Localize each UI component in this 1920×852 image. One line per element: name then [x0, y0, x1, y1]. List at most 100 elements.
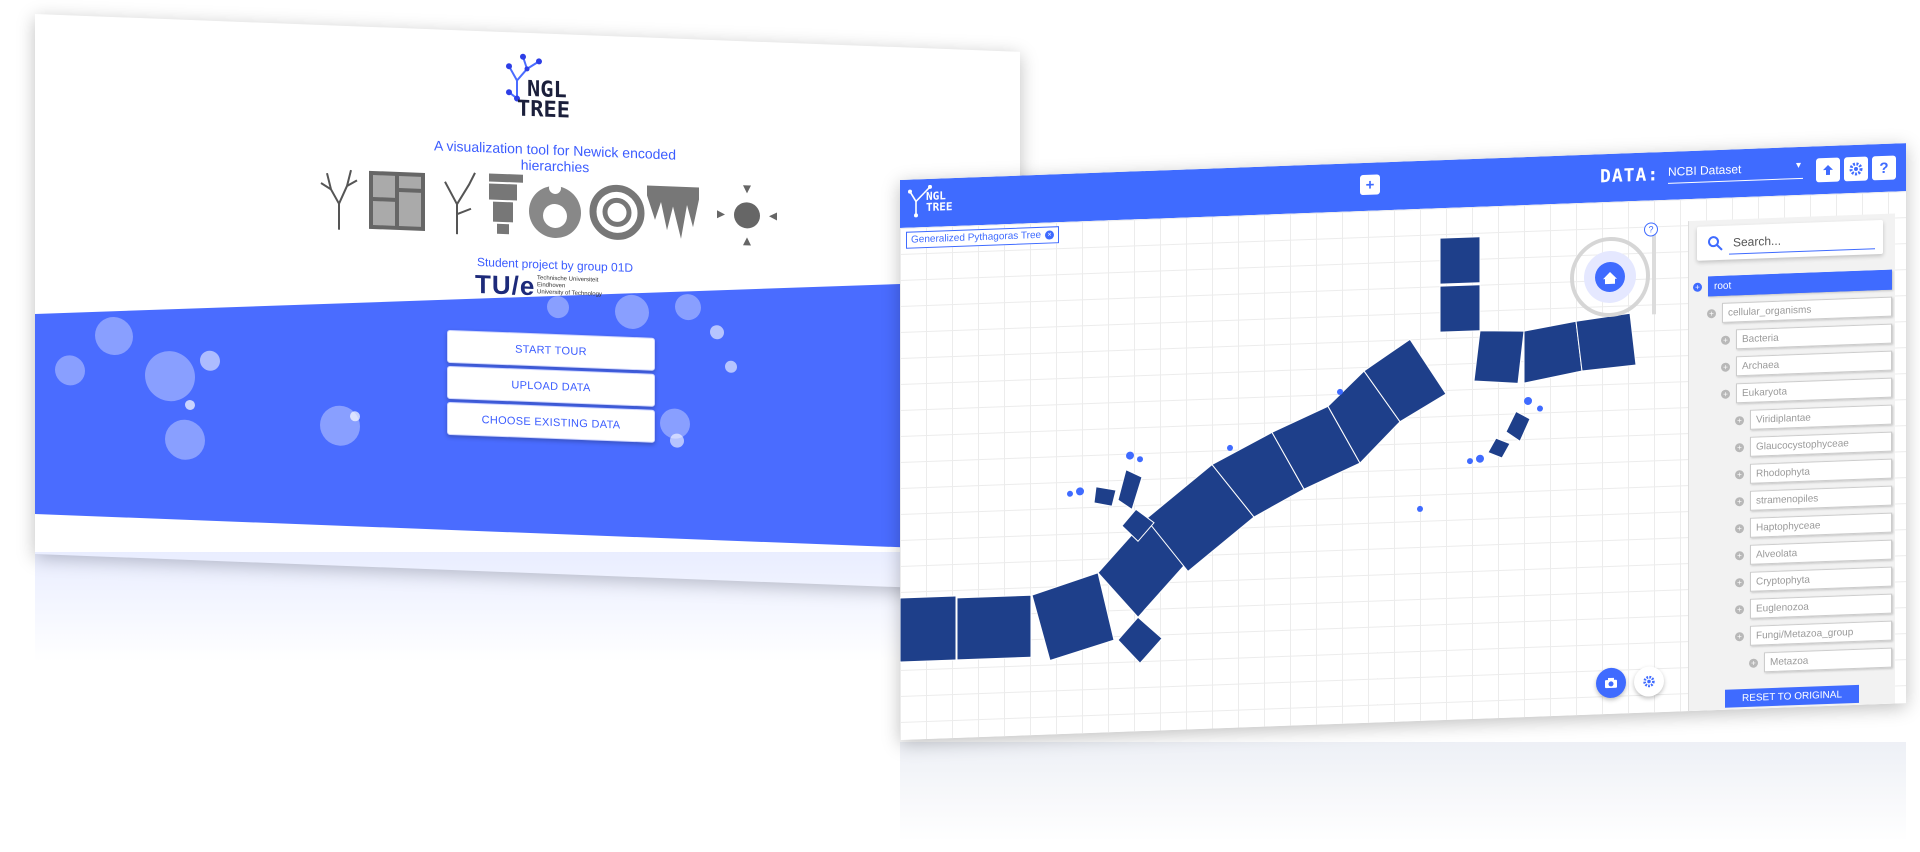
- settings-gear-icon: [1849, 162, 1863, 176]
- expand-toggle-icon[interactable]: +: [1721, 335, 1730, 345]
- tree-square: [1473, 330, 1525, 384]
- navigation-control[interactable]: [1568, 230, 1658, 323]
- gear-icon[interactable]: [1844, 156, 1868, 182]
- tree-node-label: cellular_organisms: [1722, 296, 1892, 323]
- expand-toggle-icon[interactable]: +: [1707, 308, 1716, 318]
- expand-toggle-icon[interactable]: +: [1721, 389, 1730, 399]
- university-name: Technische Universiteit Eindhoven Univer…: [537, 275, 602, 298]
- upload-arrow-icon: [1823, 164, 1833, 176]
- tree-square: [1505, 410, 1531, 443]
- thumb-icicle-down-icon: [647, 185, 699, 239]
- thumb-treemap-icon: [369, 170, 425, 231]
- hierarchy-tree-list: + root + cellular_organisms + Bacteria + Archae…: [1689, 269, 1895, 686]
- chevron-down-icon: ▾: [1795, 159, 1801, 172]
- expand-toggle-icon[interactable]: +: [1721, 362, 1730, 372]
- tree-node[interactable]: + Fungi/Metazoa_group: [1735, 620, 1892, 647]
- upload-icon[interactable]: [1816, 157, 1840, 183]
- decorative-bubble: [710, 324, 724, 340]
- tree-node-label: Rhodophyta: [1750, 458, 1892, 484]
- expand-toggle-icon[interactable]: +: [1735, 469, 1744, 479]
- thumb-radial-icon: [717, 185, 777, 246]
- landing-reflection: [35, 552, 1020, 662]
- tree-node[interactable]: + Bacteria: [1721, 323, 1892, 350]
- tree-square: [900, 595, 957, 663]
- decorative-bubble: [615, 294, 649, 330]
- thumb-sunburst-icon: [589, 184, 645, 240]
- tree-square: [1117, 469, 1143, 511]
- help-icon[interactable]: ?: [1872, 155, 1896, 181]
- tree-node[interactable]: + Viridiplantae: [1735, 404, 1892, 431]
- tree-node-label: Eukaryota: [1736, 377, 1892, 404]
- tree-node[interactable]: + root: [1693, 269, 1892, 297]
- expand-toggle-icon[interactable]: +: [1735, 604, 1744, 614]
- tree-node[interactable]: + Archaea: [1721, 350, 1892, 377]
- decorative-bubble: [675, 293, 701, 321]
- expand-toggle-icon[interactable]: +: [1735, 415, 1744, 425]
- expand-toggle-icon[interactable]: +: [1749, 658, 1758, 668]
- expand-toggle-icon[interactable]: +: [1735, 631, 1744, 641]
- reset-to-original-button[interactable]: RESET TO ORIGINAL: [1725, 684, 1859, 708]
- expand-toggle-icon[interactable]: +: [1693, 282, 1702, 292]
- tree-node[interactable]: + Eukaryota: [1721, 377, 1892, 404]
- tree-node[interactable]: + Rhodophyta: [1735, 458, 1892, 485]
- expand-toggle-icon[interactable]: +: [1735, 577, 1744, 587]
- tree-square: [1487, 437, 1511, 459]
- decorative-bubble: [725, 360, 737, 373]
- logo-text-tree: TREE: [517, 96, 570, 124]
- university-logo: TU/e: [475, 268, 536, 302]
- tree-node[interactable]: + Glaucocystophyceae: [1735, 431, 1892, 458]
- tree-node-label: Viridiplantae: [1750, 404, 1892, 430]
- tree-node[interactable]: + Metazoa: [1749, 647, 1892, 673]
- dataset-select[interactable]: NCBI Dataset ▾: [1668, 159, 1803, 184]
- tree-node-label: Bacteria: [1736, 323, 1892, 350]
- tree-node[interactable]: + stramenopiles: [1735, 485, 1892, 512]
- data-label: DATA:: [1600, 164, 1660, 188]
- thumb-circle-pack-icon: [529, 181, 581, 238]
- camera-icon: [1605, 677, 1617, 689]
- decorative-bubble: [95, 316, 133, 356]
- search-underline: [1729, 248, 1875, 255]
- close-icon[interactable]: ×: [1045, 230, 1055, 240]
- decorative-bubble: [145, 350, 195, 403]
- tree-square: [1439, 236, 1481, 285]
- tree-node-label: Alveolata: [1750, 539, 1892, 565]
- search-icon: [1708, 236, 1723, 251]
- expand-toggle-icon[interactable]: +: [1735, 442, 1744, 452]
- decorative-bubble: [350, 411, 360, 422]
- search-placeholder: Search...: [1733, 233, 1782, 250]
- decorative-bubble: [670, 433, 684, 448]
- tree-node-label: Haptophyceae: [1750, 512, 1892, 538]
- tree-square: [1523, 320, 1583, 384]
- tab-label: Generalized Pythagoras Tree: [911, 229, 1042, 246]
- tree-square: [956, 594, 1032, 661]
- expand-toggle-icon[interactable]: +: [1735, 523, 1744, 533]
- tree-node-label: Archaea: [1736, 350, 1892, 377]
- tree-node-label: Glaucocystophyceae: [1750, 431, 1892, 457]
- expand-toggle-icon[interactable]: +: [1735, 550, 1744, 560]
- decorative-bubble: [185, 399, 195, 411]
- expand-toggle-icon[interactable]: +: [1735, 496, 1744, 506]
- app-logo-text: NGL TREE: [926, 189, 953, 215]
- app-screen: NGL TREE + DATA: NCBI Dataset ▾ ? Genera…: [900, 143, 1906, 741]
- tree-node[interactable]: + Cryptophyta: [1735, 566, 1892, 593]
- gear-icon: [1643, 675, 1655, 688]
- tree-square: [1117, 616, 1163, 664]
- tree-node[interactable]: + Haptophyceae: [1735, 512, 1892, 539]
- app-reflection: [900, 742, 1906, 842]
- tree-square: [1093, 486, 1117, 507]
- tree-node[interactable]: + Euglenozoa: [1735, 593, 1892, 620]
- dataset-selected-value: NCBI Dataset: [1668, 162, 1742, 179]
- zoom-slider: [1652, 234, 1656, 315]
- decorative-bubble: [165, 418, 205, 461]
- app-logo-tree: TREE: [926, 200, 953, 215]
- decorative-bubble: [55, 354, 85, 386]
- tree-node[interactable]: + Alveolata: [1735, 539, 1892, 566]
- tree-node-label: Cryptophyta: [1750, 566, 1892, 592]
- thumb-branch-icon: [444, 172, 476, 235]
- add-tab-button[interactable]: +: [1360, 174, 1380, 196]
- tree-node-label: Euglenozoa: [1750, 593, 1892, 619]
- tree-node[interactable]: + cellular_organisms: [1707, 296, 1892, 324]
- decorative-bubble: [547, 295, 569, 319]
- search-input[interactable]: Search...: [1697, 219, 1883, 261]
- tree-square: [1439, 284, 1481, 333]
